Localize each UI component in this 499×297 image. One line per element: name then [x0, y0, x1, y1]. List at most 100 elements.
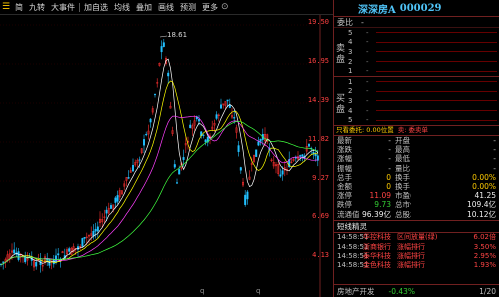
- y-tick-2: 14.39: [307, 96, 329, 104]
- stat-value: 9.73: [374, 200, 391, 210]
- ma20-line: [0, 115, 318, 266]
- candle-body: [215, 114, 218, 119]
- stat-label: 换手: [395, 181, 410, 191]
- toolbar-dropdown-icon[interactable]: ⊙: [221, 2, 231, 12]
- buy-row-5: 5-: [334, 115, 499, 125]
- stat-label: 金额: [337, 181, 352, 191]
- candle-body: [160, 46, 163, 53]
- toolbar-nine-turn[interactable]: 九转: [26, 0, 48, 15]
- toolbar-predict[interactable]: 预测: [177, 0, 199, 15]
- stat-label: 最低: [395, 154, 410, 164]
- stat-label: 振幅: [337, 163, 352, 173]
- candle-body: [114, 197, 117, 203]
- stat-label: 开盘: [395, 135, 410, 145]
- stat-value: -: [388, 145, 391, 155]
- candle-body: [233, 117, 236, 119]
- stat-label: 涨幅: [337, 154, 352, 164]
- candle-body: [162, 42, 165, 47]
- sell-row-3: 3-: [334, 47, 499, 57]
- webi-value: -: [361, 17, 364, 27]
- stat-label: 换手: [395, 172, 410, 182]
- stat-value: 96.39亿: [362, 209, 391, 219]
- candle-body: [116, 195, 119, 202]
- candle-body: [226, 99, 229, 102]
- peak-price-label: 18.61: [167, 31, 188, 39]
- stat-value: 11.09: [369, 191, 391, 201]
- stock-name: 深深房A: [358, 4, 396, 16]
- toolbar-add-watchlist[interactable]: 加自选: [81, 0, 111, 15]
- candle-body: [228, 104, 231, 108]
- short-term-tab[interactable]: 短线精灵: [334, 219, 499, 233]
- stat-label: 总股本: [395, 209, 411, 219]
- stat-value: -: [493, 154, 496, 164]
- candle-body: [255, 149, 258, 157]
- stat-value: 0: [386, 181, 391, 191]
- tab-short-term-genie[interactable]: 短线精灵: [337, 221, 367, 232]
- y-tick-3: 11.82: [307, 135, 329, 143]
- stat-value: -: [388, 163, 391, 173]
- candle-body: [202, 134, 205, 136]
- candle-body: [35, 262, 38, 267]
- stat-value: 0.00%: [472, 172, 496, 182]
- stat-value: 0.00%: [472, 181, 496, 191]
- stats-grid: 最新 - 开盘 - 涨跌 - 最高 - 涨幅 - 最低 - 振幅 - 量比 - 总手 0 换手 0.00% 金…: [334, 136, 499, 219]
- candle-body: [197, 118, 200, 122]
- candle-body: [127, 177, 130, 179]
- candle-body: [13, 249, 16, 254]
- sector-index: 1/20: [479, 286, 496, 296]
- order-book: 卖盘 5- 4- 3- 2- 1- 买盘 1- 2- 3- 4- 5-: [334, 28, 499, 126]
- toolbar-events[interactable]: 大事件: [48, 0, 78, 15]
- stock-title[interactable]: 深深房A 000029: [334, 0, 499, 17]
- stat-value: 0: [386, 172, 391, 182]
- stat-label: 总市值: [395, 200, 411, 210]
- toolbar-more[interactable]: 更多: [199, 0, 221, 15]
- stat-label: 流通值A: [337, 209, 359, 219]
- candle-body: [259, 139, 262, 142]
- candle-body: [308, 143, 311, 147]
- sell-row-2: 2-: [334, 57, 499, 67]
- y-tick-4: 9.27: [312, 174, 329, 182]
- candle-body: [204, 139, 207, 143]
- candle-body: [57, 253, 60, 256]
- stat-label: 涨跌: [337, 145, 352, 155]
- buy-row-1: 1-: [334, 77, 499, 87]
- chart-settings-icon[interactable]: ☰: [2, 2, 12, 12]
- candle-body: [178, 169, 181, 175]
- candle-body: [2, 261, 5, 263]
- news-row[interactable]: 14:58:51 浙商银行 涨幅排行 3.50%: [334, 242, 499, 251]
- toolbar-simple[interactable]: 简: [12, 0, 26, 15]
- candle-body: [83, 237, 86, 239]
- candlestick-canvas[interactable]: [0, 15, 333, 297]
- candle-body: [182, 157, 185, 160]
- candle-body: [167, 72, 170, 77]
- sell-row-1: 1-: [334, 66, 499, 77]
- candle-body: [189, 124, 192, 129]
- ma10-line: [0, 80, 318, 266]
- toolbar-draw[interactable]: 画线: [155, 0, 177, 15]
- candle-body: [294, 157, 297, 159]
- news-row[interactable]: 14:58:51 华控科技 区间放量(绿) 6.02倍: [334, 233, 499, 242]
- y-tick-1: 16.95: [307, 57, 329, 65]
- candle-body: [301, 154, 304, 157]
- toolbar-divider: [79, 2, 80, 12]
- candle-body: [96, 226, 99, 232]
- candle-body: [314, 153, 317, 157]
- sector-bar[interactable]: 房地产开发 -0.43% 1/20: [334, 284, 499, 297]
- kline-chart-panel[interactable]: ☰ 简 九转 大事件 加自选 均线 叠加 画线 预测 更多 ⊙ 19.50 16…: [0, 0, 333, 297]
- toolbar-overlay[interactable]: 叠加: [133, 0, 155, 15]
- toolbar-ma[interactable]: 均线: [111, 0, 133, 15]
- candle-body: [145, 133, 148, 136]
- stat-value: -: [493, 145, 496, 155]
- buy-side-label: 买盘: [336, 94, 346, 115]
- candle-body: [281, 170, 284, 175]
- news-row[interactable]: 14:58:51 泰华科技 涨幅排行 2.95%: [334, 251, 499, 260]
- stat-value: 41.25: [474, 191, 496, 201]
- candle-body: [244, 194, 247, 205]
- candle-body: [175, 182, 178, 184]
- order-flow-row[interactable]: 只看委托: 0.00位置 卖: 委卖单: [334, 126, 499, 136]
- news-row[interactable]: 14:58:51 金色科技 涨幅排行 1.93%: [334, 261, 499, 270]
- sell-row-5: 5-: [334, 28, 499, 38]
- stat-label: 涨停: [337, 191, 352, 201]
- order-flow-label: 只看委托: 0.00位置: [336, 125, 394, 134]
- sector-change: -0.43%: [388, 286, 416, 296]
